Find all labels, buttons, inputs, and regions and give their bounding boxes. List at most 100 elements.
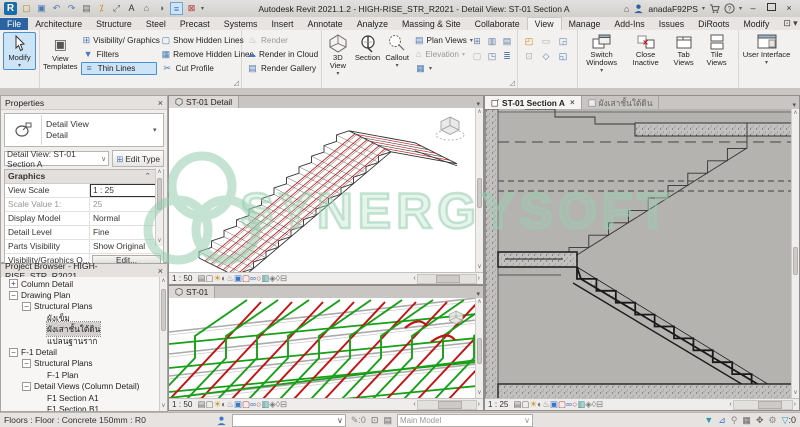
callout-caret-icon[interactable]: ▾ xyxy=(396,62,399,69)
thin-lines-icon[interactable]: ≡ xyxy=(170,2,183,15)
tab-list-caret-icon[interactable]: ▾ xyxy=(476,290,483,298)
rendering-dialog-icon[interactable]: ♨ xyxy=(226,399,234,409)
open-file-icon[interactable]: ▢ xyxy=(20,2,33,15)
tile-views-button[interactable]: Tile Views xyxy=(702,32,732,67)
worksets-icon[interactable] xyxy=(216,415,227,426)
select-pinned-icon[interactable]: ⚲ xyxy=(731,415,738,426)
app-store-cart-icon[interactable] xyxy=(709,3,720,14)
filters-button[interactable]: ▼Filters xyxy=(81,48,157,61)
view-templates-button[interactable]: ▣ View Templates xyxy=(43,32,78,71)
ribbon-tab-modify[interactable]: Modify xyxy=(736,18,776,30)
tree-item[interactable]: F-1 Plan xyxy=(1,369,159,380)
tree-expander-icon[interactable]: − xyxy=(22,302,31,311)
user-interface-button[interactable]: User Interface ▾ xyxy=(742,32,792,66)
crop-region-visibility-icon[interactable]: ▢ xyxy=(242,399,250,409)
tree-expander-icon[interactable]: − xyxy=(22,382,31,391)
ribbon-tab-precast[interactable]: Precast xyxy=(173,18,217,30)
design-options-icon[interactable]: ⊡ xyxy=(371,415,379,426)
cut-profile-button[interactable]: ✂Cut Profile xyxy=(160,62,246,75)
tree-item[interactable]: แปลนฐานราก xyxy=(1,335,159,346)
panel-expander-icon[interactable]: ◿ xyxy=(234,79,239,87)
tree-expander-icon[interactable]: − xyxy=(9,291,18,300)
project-browser-scrollbar[interactable]: ∧ ∨ xyxy=(159,277,167,411)
ribbon-tab-issues[interactable]: Issues xyxy=(652,18,691,30)
crop-view-icon[interactable]: ▣ xyxy=(234,273,242,283)
reveal-constraints-icon[interactable]: ⊟ xyxy=(596,399,603,409)
view-reference-icon[interactable]: ◱ xyxy=(555,50,571,64)
measure-icon[interactable]: ⁒ xyxy=(95,2,108,15)
property-row[interactable]: Display ModelNormal xyxy=(5,212,163,226)
tree-item[interactable]: −Structural Plans xyxy=(1,301,159,312)
ribbon-tab-diroots[interactable]: DiRoots xyxy=(691,18,736,30)
render-in-cloud-button[interactable]: ☁Render in Cloud xyxy=(245,48,319,61)
print-icon[interactable]: ▤ xyxy=(80,2,93,15)
edit-type-button[interactable]: ⊞Edit Type xyxy=(112,150,164,167)
callout-button[interactable]: Callout ▾ xyxy=(384,32,410,69)
section-a-hscrollbar[interactable]: ‹› xyxy=(729,400,796,410)
ribbon-tab-manage[interactable]: Manage xyxy=(562,18,608,30)
crop-view-icon[interactable]: ▣ xyxy=(234,399,242,409)
property-row[interactable]: Parts VisibilityShow Original xyxy=(5,240,163,254)
detail-level-icon[interactable]: ▤ xyxy=(198,399,206,409)
viewcube[interactable] xyxy=(443,308,469,332)
section-a-vscrollbar[interactable]: ∧ ∨ xyxy=(791,109,799,398)
st01-canvas[interactable] xyxy=(169,298,475,398)
help-caret-icon[interactable]: ▾ xyxy=(739,5,742,12)
view-list-icon[interactable]: ≣ xyxy=(500,50,514,64)
switch-windows-button[interactable]: Switch Windows ▾ xyxy=(581,32,623,74)
qat-customize-caret-icon[interactable]: ▾ xyxy=(201,5,204,12)
properties-close-icon[interactable]: × xyxy=(158,98,163,108)
rendering-dialog-icon[interactable]: ♨ xyxy=(542,399,550,409)
user-icon[interactable] xyxy=(633,3,644,14)
help-icon[interactable]: ? xyxy=(724,3,735,14)
view-selector-combo[interactable]: Detail View: ST-01 Section A∨ xyxy=(4,151,109,166)
keynote-legend-icon[interactable]: ◳ xyxy=(485,50,499,64)
crop-region-visibility-icon[interactable]: ▢ xyxy=(242,273,250,283)
ribbon-tab-insert[interactable]: Insert xyxy=(264,18,300,30)
minimize-button[interactable]: – xyxy=(746,3,760,15)
tree-expander-icon[interactable]: − xyxy=(22,359,31,368)
crop-view-icon[interactable]: ▣ xyxy=(550,399,558,409)
worksets-combo[interactable]: ∨ xyxy=(232,414,346,427)
scale-button[interactable]: 1 : 50 xyxy=(172,274,193,283)
section-a-canvas[interactable] xyxy=(485,109,791,398)
user-interface-caret-icon[interactable]: ▾ xyxy=(765,59,768,66)
duplicate-view-icon[interactable]: ⊞ xyxy=(470,35,484,49)
ribbon-tab-massing-site[interactable]: Massing & Site xyxy=(395,18,468,30)
text-icon[interactable]: A xyxy=(125,2,138,15)
st01-detail-hscrollbar[interactable]: ‹› xyxy=(413,274,480,284)
detail-level-icon[interactable]: ▤ xyxy=(198,273,206,283)
tab-basement-column-plan[interactable]: ผังเสาชั้นใต้ดิน xyxy=(582,96,660,109)
visual-style-icon[interactable]: ▢ xyxy=(206,273,214,283)
signed-in-user[interactable]: anadaF92PS xyxy=(648,4,698,14)
undo-icon[interactable]: ↶ xyxy=(50,2,63,15)
scale-button[interactable]: 1 : 50 xyxy=(172,400,193,409)
section-button[interactable]: Section xyxy=(354,32,382,62)
ribbon-tab-systems[interactable]: Systems xyxy=(217,18,265,30)
tree-expander-icon[interactable]: − xyxy=(9,348,18,357)
user-menu-caret-icon[interactable]: ▾ xyxy=(702,5,705,12)
tab-list-caret-icon[interactable]: ▾ xyxy=(476,100,483,108)
redo-icon[interactable]: ↷ xyxy=(65,2,78,15)
render-gallery-button[interactable]: ▤Render Gallery xyxy=(245,62,319,75)
3d-view-caret-icon[interactable]: ▾ xyxy=(336,70,339,77)
save-icon[interactable]: ▣ xyxy=(35,2,48,15)
project-browser-close-icon[interactable]: × xyxy=(158,266,163,276)
modify-panel-toggle-icon[interactable]: ⊡ ▾ xyxy=(776,17,800,30)
revit-logo-icon[interactable]: R xyxy=(4,2,17,15)
drafting-view-button[interactable]: ▦▾ xyxy=(413,62,467,75)
tree-expander-icon[interactable]: + xyxy=(9,279,18,288)
remove-hidden-lines-button[interactable]: ▦Remove Hidden Lines xyxy=(160,48,246,61)
tab-st01-detail[interactable]: ST-01 Detail xyxy=(169,96,239,108)
ribbon-tab-collaborate[interactable]: Collaborate xyxy=(468,18,527,30)
viewcube[interactable] xyxy=(433,113,467,145)
select-underlay-icon[interactable]: ▦ xyxy=(742,415,751,426)
panel-expander-icon[interactable]: ◿ xyxy=(510,79,515,87)
aligned-dimension-icon[interactable]: ⤢ xyxy=(110,2,123,15)
close-button[interactable]: × xyxy=(782,3,796,15)
ribbon-tab-annotate[interactable]: Annotate xyxy=(300,18,349,30)
type-selector-caret-icon[interactable]: ▾ xyxy=(153,126,163,134)
ribbon-tab-steel[interactable]: Steel xyxy=(139,18,173,30)
background-processes-icon[interactable]: ⚙ xyxy=(768,415,776,426)
plan-views-button[interactable]: ▤Plan Views▾ xyxy=(413,34,467,47)
